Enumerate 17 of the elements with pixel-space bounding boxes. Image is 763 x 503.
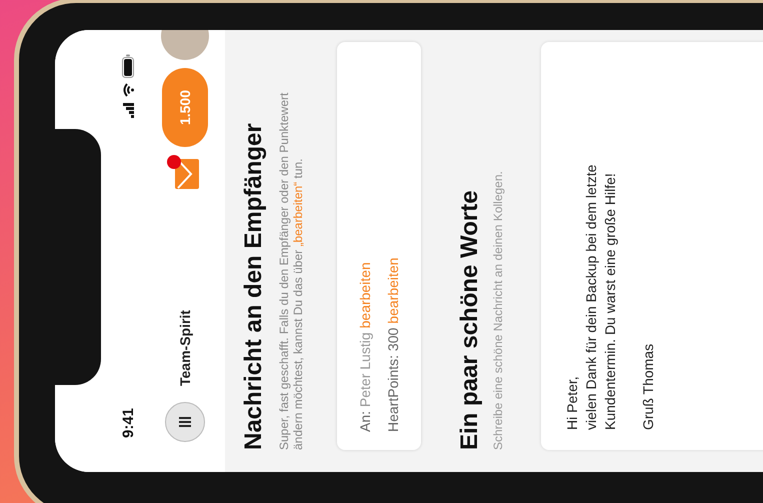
edit-link[interactable]: bearbeiten [357, 262, 373, 328]
section-title: Nachricht an den Empfänger [239, 122, 268, 450]
menu-button[interactable] [165, 402, 205, 442]
wifi-icon [122, 83, 134, 97]
section-description: Schreibe eine schöne Nachricht an deinen Kollegen. [491, 170, 505, 450]
signal-icon [122, 102, 134, 118]
status-time: 9:41 [120, 408, 136, 438]
app-title: Team-Spirit [177, 310, 193, 386]
points-badge: 1.500 [162, 68, 208, 148]
edit-link[interactable]: „bearbeiten“ [291, 182, 305, 247]
battery-icon [122, 54, 134, 78]
edit-link[interactable]: bearbeiten [385, 258, 401, 324]
section-title: Ein paar schöne Worte [455, 189, 484, 450]
message-field[interactable]: Hi Peter, vielen Dank für dein Backup bei dem letzte Kundentermin. Du warst eine große Hilfe! Gruß Thomas [541, 42, 763, 450]
detail-text: An: Peter Lustig [357, 332, 373, 432]
detail-text: HeartPoints: 300 [385, 328, 401, 432]
menu-icon [178, 416, 192, 428]
